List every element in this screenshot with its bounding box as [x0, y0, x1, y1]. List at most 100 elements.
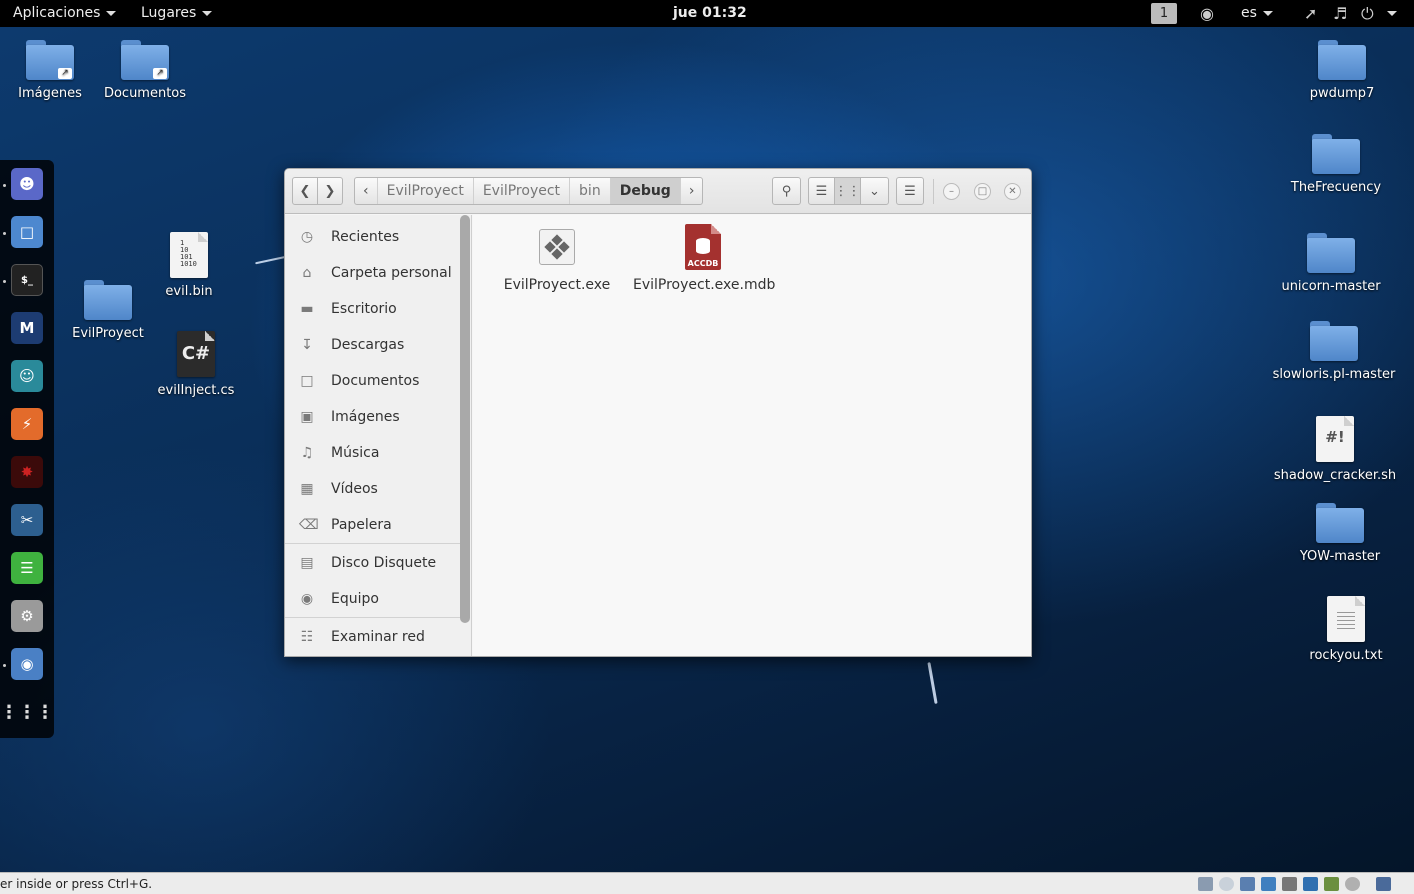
sidebar-item-papelera[interactable]: ⌫ Papelera: [285, 510, 461, 540]
file-item-exe[interactable]: EvilProyect.exe: [502, 229, 612, 293]
files-icon[interactable]: □: [11, 216, 43, 248]
sidebar-item-documentos[interactable]: □ Documentos: [285, 366, 461, 396]
executable-icon: [539, 229, 575, 265]
back-button[interactable]: ❮: [292, 177, 318, 205]
applications-menu-label: Aplicaciones: [13, 5, 101, 21]
sidebar-item-videos[interactable]: ▦ Vídeos: [285, 474, 461, 504]
maltego-icon[interactable]: ✂: [11, 504, 43, 536]
places-menu[interactable]: Lugares: [141, 5, 213, 21]
forward-button[interactable]: ❯: [317, 177, 343, 205]
breadcrumb-item[interactable]: EvilProyect: [378, 178, 474, 204]
desktop-icon-label: EvilProyect: [72, 326, 144, 341]
optical-drive-icon[interactable]: [1219, 877, 1234, 891]
sidebar-item-recientes[interactable]: ◷ Recientes: [285, 222, 461, 252]
clock[interactable]: jue 01:32: [673, 5, 747, 21]
desktop-icon-label: YOW-master: [1299, 549, 1381, 564]
video-camera-icon[interactable]: ◉: [1200, 4, 1214, 23]
image-icon: ▣: [300, 409, 314, 425]
desktop-icon-evilinject-cs[interactable]: C# evilInject.cs: [146, 331, 246, 398]
text-file-icon: [1327, 596, 1365, 642]
chevron-down-icon[interactable]: [1387, 11, 1397, 16]
sidebar-item-equipo[interactable]: ◉ Equipo: [285, 584, 461, 614]
list-view-button[interactable]: ☰: [808, 177, 835, 205]
sound-icon[interactable]: [1324, 877, 1339, 891]
workspace-indicator[interactable]: 1: [1151, 3, 1177, 24]
database-file-icon: ACCDB: [685, 224, 721, 270]
desktop-icon-evilproyect[interactable]: EvilProyect: [58, 280, 158, 341]
close-button[interactable]: ✕: [1004, 183, 1021, 200]
desktop-icon-imagenes[interactable]: ↗ Imágenes: [0, 40, 100, 101]
remote-icon[interactable]: ◉: [11, 648, 43, 680]
folder-icon: [1316, 503, 1364, 543]
breadcrumb-scroll-left[interactable]: ‹: [355, 178, 378, 204]
sidebar-scrollbar[interactable]: [460, 215, 470, 623]
folder-icon: [1318, 40, 1366, 80]
metasploit-icon[interactable]: M: [11, 312, 43, 344]
desktop-icon-thefrecuency[interactable]: TheFrecuency: [1286, 134, 1386, 195]
places-menu-label: Lugares: [141, 5, 197, 21]
sidebar-item-escritorio[interactable]: ▬ Escritorio: [285, 294, 461, 324]
folder-link-icon: ↗: [26, 40, 74, 80]
folder-icon: [1310, 321, 1358, 361]
menu-button[interactable]: ☰: [896, 177, 924, 205]
desktop-icon-documentos[interactable]: ↗ Documentos: [95, 40, 195, 101]
file-item-mdb[interactable]: ACCDB EvilProyect.exe.mdb: [633, 224, 775, 293]
language-selector[interactable]: es: [1241, 5, 1273, 21]
floppy-icon[interactable]: [1240, 877, 1255, 891]
running-indicator: [3, 232, 6, 235]
desktop-icon-label: unicorn-master: [1281, 279, 1381, 294]
desktop-icon-shadow-cracker[interactable]: #! shadow_cracker.sh: [1267, 416, 1403, 483]
binary-file-icon: 1 10 101 1010: [170, 232, 208, 278]
power-icon[interactable]: ⏻: [1361, 4, 1374, 24]
minimize-button[interactable]: –: [943, 183, 960, 200]
breadcrumb-item-current[interactable]: Debug: [610, 178, 681, 204]
volume-icon[interactable]: ♬: [1333, 4, 1347, 23]
sidebar-item-descargas[interactable]: ↧ Descargas: [285, 330, 461, 360]
sidebar-item-imagenes[interactable]: ▣ Imágenes: [285, 402, 461, 432]
faraday-icon[interactable]: ✸: [11, 456, 43, 488]
maximize-button[interactable]: □: [974, 183, 991, 200]
network-tool-icon[interactable]: ➚: [1304, 4, 1317, 23]
settings-icon[interactable]: ⚙: [11, 600, 43, 632]
file-name: EvilProyect.exe: [503, 277, 611, 293]
sidebar-item-carpeta-personal[interactable]: ⌂ Carpeta personal: [285, 258, 461, 288]
hard-disk-icon[interactable]: [1198, 877, 1213, 891]
file-manager-window: ❮ ❯ ‹ EvilProyect EvilProyect bin Debug …: [284, 168, 1032, 657]
desktop-icon-slowloris[interactable]: slowloris.pl-master: [1266, 321, 1402, 382]
file-badge: ACCDB: [687, 259, 719, 268]
breadcrumb-scroll-right[interactable]: ›: [681, 178, 703, 204]
running-indicator: [3, 184, 6, 187]
script-file-icon: #!: [1316, 416, 1354, 462]
text-editor-icon[interactable]: ☰: [11, 552, 43, 584]
desktop-icon-unicorn-master[interactable]: unicorn-master: [1281, 233, 1381, 294]
search-button[interactable]: ⚲: [772, 177, 801, 205]
chevron-down-icon: [1262, 10, 1273, 16]
terminal-icon[interactable]: $_: [11, 264, 43, 296]
sidebar-item-disco-disquete[interactable]: ▤ Disco Disquete: [285, 548, 461, 578]
usb-icon[interactable]: [1303, 877, 1318, 891]
download-icon: ↧: [301, 337, 313, 353]
message-icon[interactable]: [1345, 877, 1360, 891]
grid-view-button[interactable]: ⋮⋮: [834, 177, 861, 205]
sidebar-item-musica[interactable]: ♫ Música: [285, 438, 461, 468]
breadcrumb-item[interactable]: bin: [570, 178, 611, 204]
desktop-icon-pwdump7[interactable]: pwdump7: [1292, 40, 1392, 101]
pidgin-icon[interactable]: ☻: [11, 168, 43, 200]
printer-icon[interactable]: [1282, 877, 1297, 891]
folder-icon: [1312, 134, 1360, 174]
sidebar-item-examinar-red[interactable]: ☷ Examinar red: [285, 622, 461, 652]
armitage-icon[interactable]: ☺: [11, 360, 43, 392]
desktop-icon-yow-master[interactable]: YOW-master: [1290, 503, 1390, 564]
csharp-file-icon: C#: [177, 331, 215, 377]
show-apps-icon[interactable]: ⋮⋮⋮: [0, 696, 54, 728]
network-adapter-icon[interactable]: [1261, 877, 1276, 891]
applications-menu[interactable]: Aplicaciones: [13, 5, 117, 21]
burpsuite-icon[interactable]: ⚡: [11, 408, 43, 440]
vm-settings-icon[interactable]: [1376, 877, 1391, 891]
sidebar-item-label: Documentos: [331, 373, 420, 389]
view-options-button[interactable]: ⌄: [860, 177, 889, 205]
desktop-icon-rockyou[interactable]: rockyou.txt: [1296, 596, 1396, 663]
desktop-icon-label: evilInject.cs: [157, 383, 235, 398]
desktop-icon-label: Imágenes: [18, 86, 82, 101]
breadcrumb-item[interactable]: EvilProyect: [474, 178, 571, 204]
